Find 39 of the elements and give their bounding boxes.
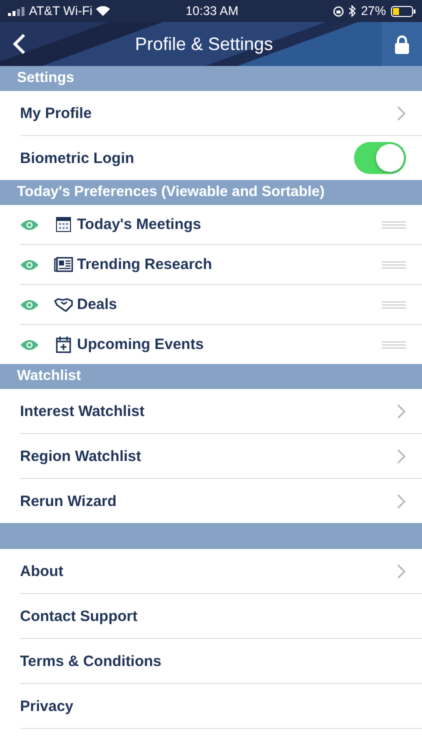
lock-button[interactable]	[382, 22, 422, 66]
battery-percent: 27%	[360, 4, 386, 18]
calendar-icon	[56, 217, 71, 232]
preference-label: Deals	[77, 296, 118, 313]
page-title: Profile & Settings	[134, 34, 274, 54]
eye-icon[interactable]	[20, 298, 39, 310]
chevron-icon	[397, 564, 406, 578]
eye-icon[interactable]	[20, 338, 39, 350]
drag-handle-icon[interactable]	[382, 260, 406, 268]
preference-label: Today's Meetings	[77, 216, 202, 233]
drag-handle-icon[interactable]	[382, 340, 406, 348]
signal-icon	[8, 6, 25, 16]
bluetooth-icon	[348, 5, 356, 17]
eye-icon[interactable]	[20, 218, 39, 230]
battery-icon	[391, 6, 416, 16]
drag-handle-icon[interactable]	[382, 220, 406, 228]
menu-item[interactable]: Rerun Wizard	[20, 479, 422, 523]
setting-label: Biometric Login	[20, 150, 136, 166]
menu-item[interactable]: Privacy	[20, 684, 422, 729]
wifi-icon	[96, 6, 110, 16]
eye-icon[interactable]	[20, 258, 39, 270]
calendar-add-icon	[56, 336, 71, 353]
chevron-icon	[397, 448, 406, 464]
chevron-icon	[397, 106, 406, 120]
preference-label: Upcoming Events	[77, 336, 205, 353]
chevron-icon	[397, 404, 406, 418]
section-header: Watchlist	[0, 364, 422, 389]
lock-icon	[394, 34, 410, 54]
rotation-lock-icon	[332, 6, 344, 16]
clock-time: 10:33 AM	[184, 4, 240, 18]
carrier-name: AT&T Wi-Fi	[29, 4, 92, 18]
drag-handle-icon[interactable]	[382, 300, 406, 308]
toggle-switch[interactable]	[354, 142, 406, 174]
preference-label: Trending Research	[77, 256, 214, 273]
back-button[interactable]	[12, 33, 26, 55]
section-header: Settings	[0, 66, 422, 91]
chevron-icon	[397, 494, 406, 508]
newspaper-icon	[54, 257, 73, 272]
section-header: Today's Preferences (Viewable and Sortable)	[0, 180, 422, 205]
